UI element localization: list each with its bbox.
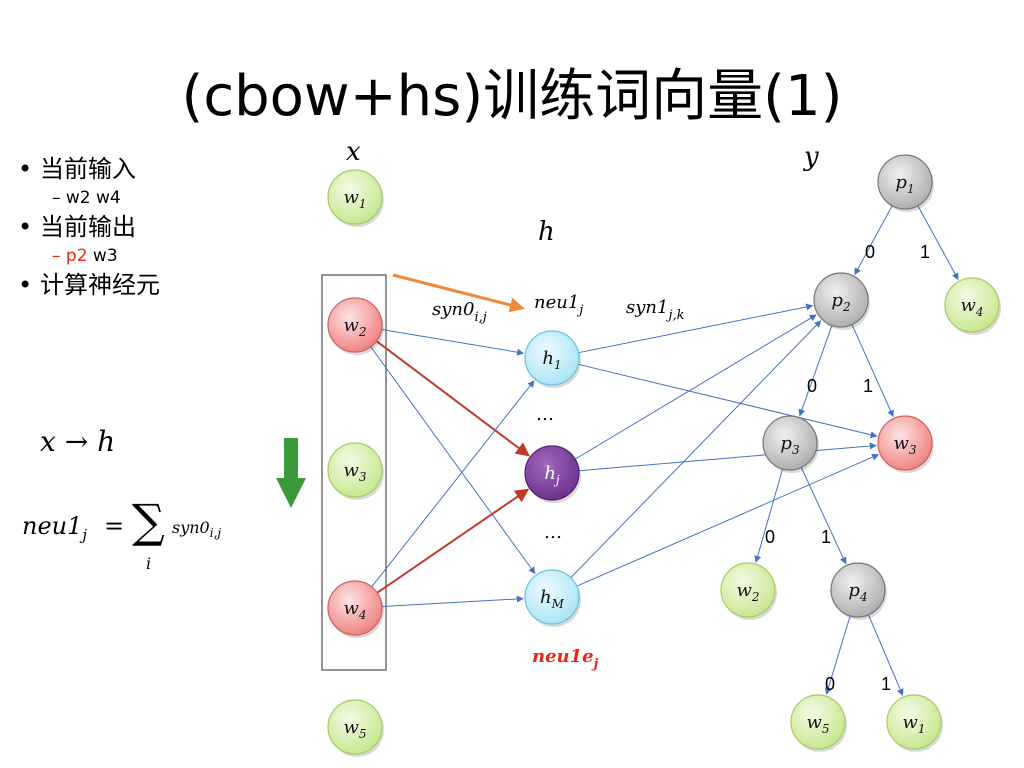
edge-w4-hM: [381, 595, 524, 607]
edge-hj-w3t: [578, 442, 877, 472]
tree-edge-p2-w3t: [851, 324, 894, 418]
syn1-label: syn1j,k: [626, 297, 685, 323]
bit-zero-p3: 0: [765, 527, 775, 547]
node-w4: w4: [327, 580, 384, 638]
node-w5t: w5: [790, 694, 847, 752]
tree-edge-p3-w2t: [754, 468, 784, 563]
node-w3: w3: [327, 442, 384, 500]
bit-zero-p1: 0: [865, 242, 875, 262]
neu1e-label: neu1ej: [532, 646, 599, 672]
node-w3t: w3: [877, 415, 934, 473]
tree-edge-p1-p2: [854, 205, 893, 276]
bit-one-p2: 1: [863, 376, 873, 396]
edge-w2-hM: [370, 346, 536, 575]
network-diagram: x h y w1 w2 w3 w4 w5 h1 hj hM p1 p2 w4 p3 w3 w2 p4 w5 w1…: [276, 137, 1001, 757]
node-p4: p4: [830, 562, 887, 620]
neu1-label: neu1j: [534, 292, 583, 318]
col-label-y: y: [803, 142, 819, 172]
node-w2t: w2: [720, 562, 777, 620]
node-w4t: w4: [944, 277, 1001, 335]
node-w1t: w1: [886, 694, 943, 752]
edge-hM-w3t: [576, 453, 880, 587]
col-label-h: h: [538, 217, 555, 247]
ellipsis-upper: …: [536, 404, 554, 425]
node-w5: w5: [327, 699, 384, 757]
green-down-arrow-head: [276, 478, 306, 508]
bit-one-p4: 1: [881, 674, 891, 694]
bit-zero-p4: 0: [825, 674, 835, 694]
node-p2: p2: [813, 272, 870, 330]
col-label-x: x: [346, 137, 361, 167]
edge-w4-h1: [371, 380, 535, 588]
green-down-arrow-shaft: [284, 438, 298, 480]
node-hM: hM: [524, 569, 581, 627]
edge-layer: [370, 205, 959, 696]
node-w2: w2: [327, 297, 384, 355]
tree-edge-p2-p3: [798, 325, 833, 417]
bit-one-p3: 1: [821, 527, 831, 547]
node-p1: p1: [877, 154, 934, 212]
edge-w2-hj: [375, 340, 530, 457]
node-w1: w1: [327, 169, 384, 227]
edge-h1-p2: [578, 303, 814, 354]
node-layer: w1w2w3w4w5h1hjhMp1p2 w4p3 w3w2 p4w5 w10 10 10 1…: [327, 154, 1001, 757]
tree-edge-p3-p4: [800, 467, 847, 565]
bit-zero-p2: 0: [807, 376, 817, 396]
bit-one-p1: 1: [920, 242, 930, 262]
edge-w4-hj: [376, 488, 530, 594]
ellipsis-lower: …: [544, 522, 562, 543]
edge-w2-h1: [381, 328, 525, 356]
node-h1: h1: [524, 330, 581, 388]
node-hj: hj: [524, 445, 581, 503]
node-p3: p3: [762, 415, 819, 473]
syn0-label: syn0i,j: [432, 299, 487, 325]
edge-h1-w3t: [578, 363, 878, 439]
